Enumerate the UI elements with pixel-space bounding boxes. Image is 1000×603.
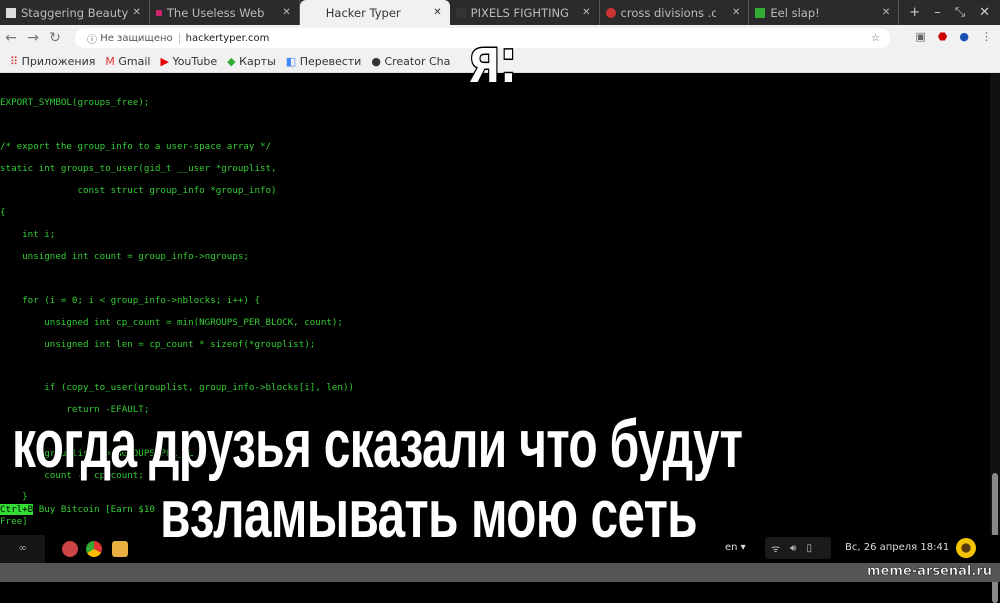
close-icon[interactable]: ✕ [882, 7, 890, 18]
promo-line[interactable]: Ctrl+B Buy Bitcoin [Earn $10 [0, 504, 155, 515]
code-line: unsigned int count = group_info->ngroups… [0, 251, 249, 262]
close-icon[interactable]: ✕ [282, 7, 290, 18]
tab[interactable]: Staggering Beauty ✕ [0, 0, 150, 25]
menu-icon[interactable]: ⋮ [981, 30, 992, 43]
code-line: if (copy_to_user(grouplist, group_info->… [0, 382, 355, 393]
sunflower-avatar[interactable] [956, 538, 976, 558]
tab[interactable]: Eel slap! ✕ [749, 0, 900, 25]
chrome-icon[interactable] [86, 541, 102, 557]
tab-bar: Staggering Beauty ✕ The Useless Web ✕ Hack… [0, 0, 1000, 25]
code-line: /* export the group_info to a user-space… [0, 141, 272, 152]
code-line: const struct group_info *group_info) [0, 185, 277, 196]
tab-label: Hacker Typer [325, 5, 401, 20]
tab-label: cross divisions .com [620, 5, 716, 20]
tab[interactable]: PIXELS FIGHTING ✕ [450, 0, 600, 25]
code-line: unsigned int len = cp_count * sizeof(*gr… [0, 339, 316, 350]
tab-label: PIXELS FIGHTING [470, 5, 569, 20]
tab-label: The Useless Web [166, 5, 265, 20]
new-tab-icon[interactable]: + [909, 5, 920, 20]
scrollbar[interactable] [990, 73, 1000, 603]
youtube-icon: ▶ [160, 55, 169, 68]
favicon-icon [755, 7, 766, 18]
bookmark-creator[interactable]: ● Creator Cha [371, 55, 450, 68]
info-icon[interactable]: ⓘ [87, 31, 100, 46]
code-line: for (i = 0; i < group_info->nblocks; i++… [0, 295, 260, 306]
star-icon[interactable]: ☆ [871, 33, 880, 44]
wifi-icon[interactable]: ᯤ [771, 541, 780, 555]
tab-label: Eel slap! [770, 5, 820, 20]
reload-icon[interactable]: ↻ [44, 30, 66, 46]
tab-active[interactable]: Hacker Typer ✕ [299, 0, 450, 25]
code-line: { [0, 207, 6, 218]
gmail-icon: M [105, 55, 115, 68]
adblock-icon[interactable]: ⬣ [938, 30, 948, 43]
language-selector[interactable]: en ▾ [725, 542, 746, 553]
apps-icon: ⠿ [10, 55, 19, 68]
watermark: meme-arsenal.ru [867, 564, 993, 580]
bookmark-apps[interactable]: ⠿ Приложения [10, 55, 95, 68]
volume-icon[interactable]: 🔊︎ [790, 543, 796, 554]
close-icon[interactable]: ✕ [433, 7, 441, 18]
close-icon[interactable]: ✕ [582, 7, 590, 18]
meme-caption-top: я: [469, 24, 518, 96]
files-icon[interactable] [112, 541, 128, 557]
battery-icon[interactable]: ▯ [806, 543, 812, 554]
bookmark-maps[interactable]: ◆ Карты [227, 55, 276, 68]
meme-caption-bottom-2: взламывать мою сеть [159, 476, 699, 552]
forward-icon[interactable]: → [22, 30, 44, 46]
profile-avatar[interactable]: ● [959, 30, 969, 43]
close-icon[interactable]: ✕ [132, 7, 140, 18]
security-label: Не защищено [100, 32, 173, 44]
code-line: } [0, 491, 28, 502]
extension-icon[interactable]: ▣ [915, 30, 925, 43]
favicon-icon [155, 9, 162, 16]
maps-icon: ◆ [227, 55, 236, 68]
bookmark-gmail[interactable]: M Gmail [105, 55, 150, 68]
back-icon[interactable]: ← [0, 30, 22, 46]
code-line: static int groups_to_user(gid_t __user *… [0, 163, 277, 174]
promo-line-2: Free] [0, 516, 28, 527]
close-icon[interactable]: ✕ [732, 7, 740, 18]
url-text: hackertyper.com [178, 32, 269, 44]
tab[interactable]: The Useless Web ✕ [150, 0, 300, 25]
translate-icon: ◧ [285, 55, 297, 68]
watermark-bar: meme-arsenal.ru [0, 563, 1000, 582]
clock[interactable]: Вс, 26 апреля 18:41 [845, 542, 949, 553]
tab[interactable]: cross divisions .com ✕ [600, 0, 750, 25]
favicon-icon [455, 7, 466, 18]
minimize-icon[interactable]: – [934, 5, 941, 20]
favicon-icon [605, 7, 616, 18]
globe-icon: ● [371, 55, 381, 68]
bookmark-translate[interactable]: ◧ Перевести [286, 55, 362, 68]
favicon-icon [6, 7, 16, 18]
tab-label: Staggering Beauty [21, 5, 129, 20]
close-window-icon[interactable]: ✕ [979, 5, 990, 20]
promo-text: Buy Bitcoin [Earn $10 [33, 504, 155, 515]
launcher-icon[interactable]: ∞ [0, 535, 45, 563]
meme-caption-bottom-1: когда друзья сказали что будут [11, 406, 744, 482]
app-icon[interactable] [62, 541, 78, 557]
code-line: int i; [0, 229, 56, 240]
restore-icon[interactable]: ⤡ [955, 5, 965, 20]
bookmark-youtube[interactable]: ▶ YouTube [160, 55, 217, 68]
code-line: unsigned int cp_count = min(NGROUPS_PER_… [0, 317, 343, 328]
code-line: EXPORT_SYMBOL(groups_free); [0, 97, 150, 108]
shortcut-badge: Ctrl+B [0, 504, 34, 515]
